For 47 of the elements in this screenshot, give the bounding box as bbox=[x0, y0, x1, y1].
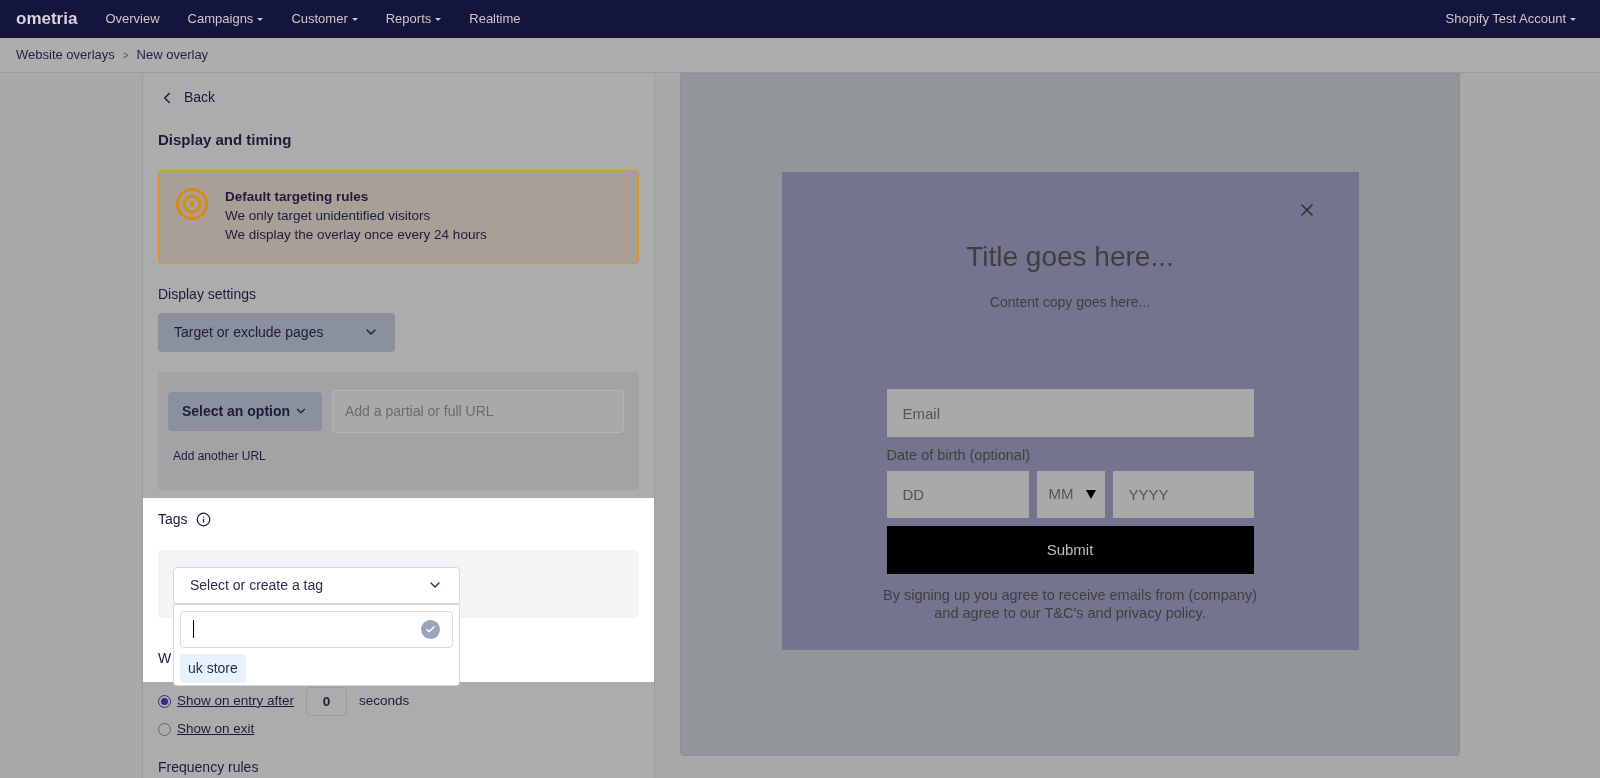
target-icon bbox=[175, 186, 209, 221]
option-select[interactable]: Select an option bbox=[168, 391, 322, 431]
year-field[interactable]: YYYY bbox=[1112, 470, 1254, 518]
submit-button[interactable]: Submit bbox=[886, 525, 1254, 574]
unit-label: seconds bbox=[359, 691, 410, 710]
alert-title: Default targeting rules bbox=[225, 187, 370, 206]
breadcrumb-current: New overlay bbox=[136, 46, 209, 65]
field-label: Tags bbox=[158, 510, 188, 529]
email-field[interactable]: Email bbox=[886, 389, 1254, 437]
url-input[interactable]: Add a partial or full URL bbox=[332, 389, 624, 433]
alert-text: We only target unidentified visitors bbox=[225, 206, 432, 225]
text-cursor-icon bbox=[193, 620, 194, 638]
add-url-link[interactable]: Add another URL bbox=[173, 446, 629, 465]
pages-dropdown[interactable]: Target or exclude pages bbox=[158, 312, 395, 352]
breadcrumb-separator: > bbox=[122, 48, 129, 63]
account-menu[interactable]: Shopify Test Account bbox=[1445, 9, 1576, 29]
seconds-input[interactable]: 0 bbox=[306, 686, 348, 716]
back-button[interactable]: Back bbox=[158, 87, 216, 108]
caret-icon bbox=[1570, 17, 1576, 21]
breadcrumb-link[interactable]: Website overlays bbox=[16, 45, 115, 65]
alert-text: We display the overlay once every 24 hours bbox=[225, 225, 487, 244]
overlay-copy: Content copy goes here... bbox=[989, 293, 1151, 312]
nav-link[interactable]: Realtime bbox=[469, 9, 521, 29]
nav-link[interactable]: Reports bbox=[385, 9, 442, 29]
day-field[interactable]: DD bbox=[886, 470, 1029, 518]
triangle-icon bbox=[1085, 489, 1096, 499]
tag-option[interactable]: uk store bbox=[180, 653, 246, 683]
field-label: Frequency rules bbox=[158, 758, 260, 777]
section-heading: Display and timing bbox=[158, 130, 293, 150]
caret-icon bbox=[435, 17, 442, 21]
radio-label[interactable]: Show on exit bbox=[177, 718, 255, 740]
tag-select[interactable]: Select or create a tag bbox=[173, 566, 460, 604]
nav-link[interactable]: Overview bbox=[105, 9, 160, 29]
logo[interactable]: ometria bbox=[16, 6, 78, 32]
disclaimer-text: By signing up you agree to receive emails from (company) and agree to our T&C's and privacy policy. bbox=[882, 585, 1258, 622]
dob-label: Date of birth (optional) bbox=[886, 446, 1031, 465]
caret-icon bbox=[257, 17, 264, 21]
field-label: Display settings bbox=[158, 284, 258, 304]
radio-label[interactable]: Show on entry after bbox=[177, 690, 295, 712]
overlay-title: Title goes here... bbox=[966, 240, 1174, 274]
check-icon bbox=[421, 619, 440, 639]
field-label: W bbox=[158, 648, 172, 668]
info-icon bbox=[195, 512, 211, 527]
tag-search-field[interactable] bbox=[180, 610, 453, 648]
nav-link[interactable]: Customer bbox=[291, 9, 358, 29]
nav-link[interactable]: Campaigns bbox=[187, 9, 264, 29]
caret-icon bbox=[351, 17, 358, 21]
